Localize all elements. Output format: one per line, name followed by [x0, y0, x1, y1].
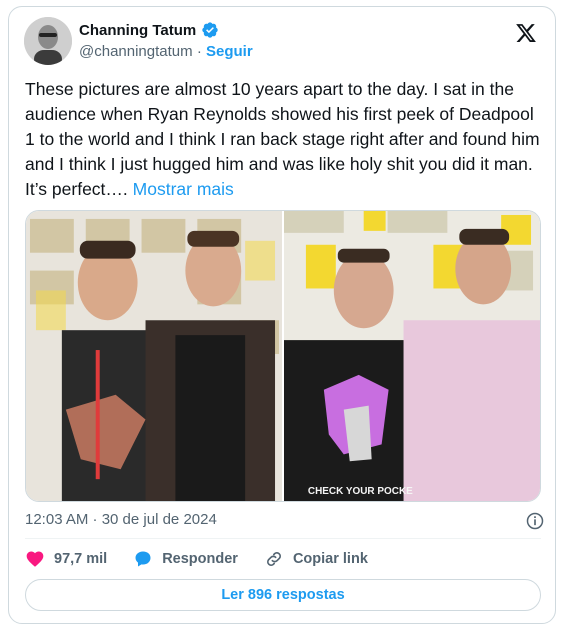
like-count: 97,7 mil: [54, 551, 108, 567]
photo-newer[interactable]: CHECK YOUR POCKE: [284, 211, 540, 501]
older-photo-image: [26, 211, 282, 501]
read-replies-button[interactable]: Ler 896 respostas: [25, 579, 541, 611]
heart-icon: [26, 551, 44, 567]
follow-button[interactable]: Seguir: [206, 43, 253, 60]
tweet-text: These pictures are almost 10 years apart…: [25, 79, 540, 199]
tweet-text-block: These pictures are almost 10 years apart…: [25, 77, 545, 202]
author-handle[interactable]: @channingtatum: [79, 43, 193, 60]
copy-link-button[interactable]: Copiar link: [264, 549, 368, 569]
verified-badge-icon: [202, 22, 218, 38]
action-bar: 97,7 mil Responder Copiar link: [25, 548, 394, 570]
author-handle-row: @channingtatum · Seguir: [79, 43, 253, 60]
photo-older[interactable]: [26, 211, 282, 501]
link-icon: [267, 552, 281, 566]
author-name-row: Channing Tatum: [79, 21, 219, 39]
author-name[interactable]: Channing Tatum: [79, 22, 196, 39]
info-icon[interactable]: [525, 511, 545, 531]
shirt-text: CHECK YOUR POCKE: [308, 486, 413, 497]
avatar-image: [24, 17, 72, 65]
like-button[interactable]: 97,7 mil: [25, 549, 107, 569]
timestamp-row: 12:03 AM · 30 de jul de 2024: [25, 511, 545, 531]
tweet-timestamp[interactable]: 12:03 AM · 30 de jul de 2024: [25, 511, 217, 528]
tweet-card: Channing Tatum @channingtatum · Seguir T…: [8, 6, 556, 624]
reply-label: Responder: [162, 551, 238, 567]
handle-separator: ·: [196, 43, 202, 60]
divider: [25, 538, 541, 539]
x-logo-icon[interactable]: [515, 22, 537, 44]
author-avatar[interactable]: [24, 17, 72, 65]
newer-photo-image: CHECK YOUR POCKE: [284, 211, 540, 501]
show-more-link[interactable]: Mostrar mais: [133, 179, 234, 199]
copy-link-label: Copiar link: [292, 551, 368, 567]
reply-bubble-icon: [135, 551, 151, 567]
reply-button[interactable]: Responder: [133, 549, 238, 569]
media-grid: CHECK YOUR POCKE: [25, 210, 541, 502]
